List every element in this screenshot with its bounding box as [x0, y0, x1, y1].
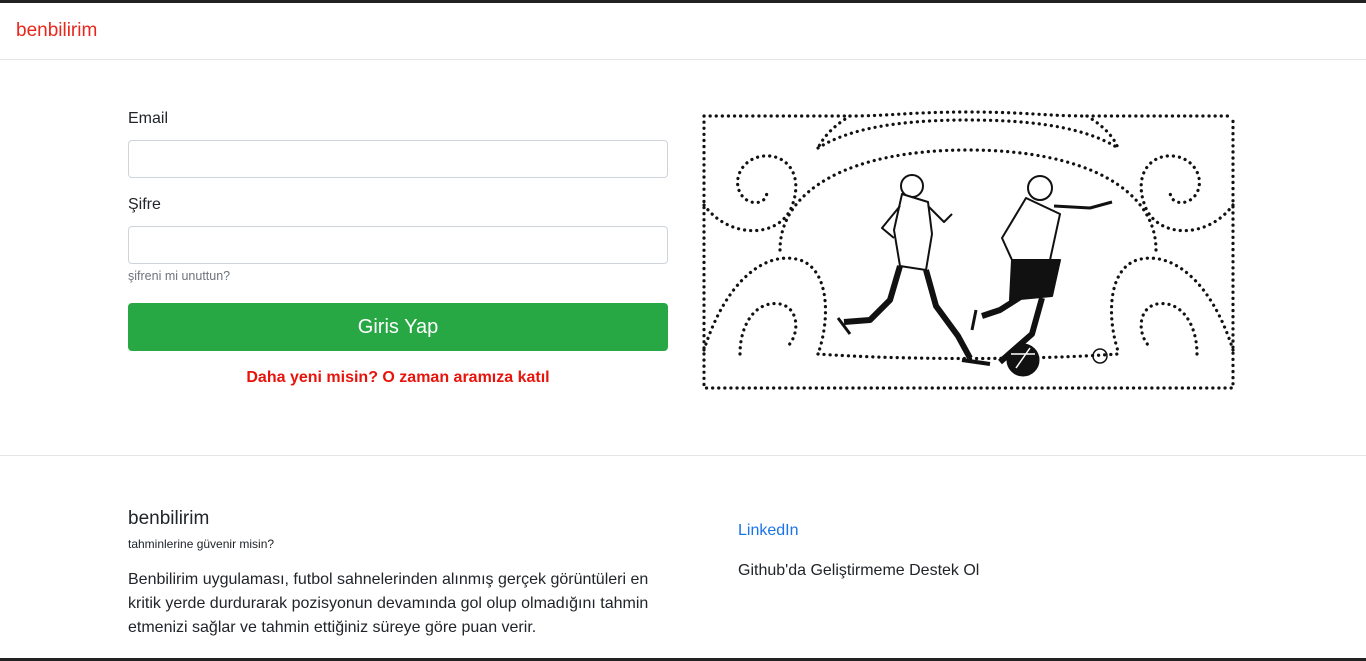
password-input[interactable]	[128, 226, 668, 264]
brand-logo-link[interactable]: benbilirim	[16, 20, 97, 42]
footer-tagline: tahminlerine güvenir misin?	[128, 537, 275, 551]
register-link[interactable]: Daha yeni misin? O zaman aramıza katıl	[128, 369, 668, 387]
navbar: benbilirim	[0, 3, 1366, 60]
email-input[interactable]	[128, 140, 668, 178]
footer-title: benbilirim	[128, 508, 210, 529]
footer: benbilirim tahminlerine güvenir misin? B…	[0, 456, 1366, 661]
login-button[interactable]: Giris Yap	[128, 303, 668, 351]
forgot-password-link[interactable]: şifreni mi unuttun?	[128, 269, 230, 283]
github-link[interactable]: Github'da Geliştirmeme Destek Ol	[738, 562, 979, 580]
email-label: Email	[128, 110, 169, 127]
football-players-illustration	[702, 110, 1235, 390]
linkedin-link[interactable]: LinkedIn	[738, 522, 799, 540]
login-section: Email Şifre şifreni mi unuttun? Giris Ya…	[0, 60, 1366, 456]
password-label: Şifre	[128, 196, 161, 213]
footer-description: Benbilirim uygulaması, futbol sahnelerin…	[128, 571, 649, 636]
